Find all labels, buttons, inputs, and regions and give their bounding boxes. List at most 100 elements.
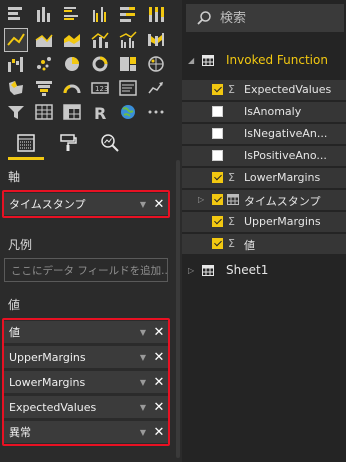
values-field-well[interactable]: UpperMargins ▼ ✕ (4, 346, 168, 368)
card-icon[interactable]: 123 (88, 76, 112, 100)
svg-text:R: R (94, 104, 106, 122)
waterfall-icon[interactable] (4, 52, 28, 76)
globe-icon[interactable] (116, 100, 140, 124)
format-tab[interactable] (48, 128, 88, 158)
chevron-down-icon[interactable]: ▼ (136, 328, 150, 337)
map-icon[interactable] (144, 52, 168, 76)
values-field-well[interactable]: LowerMargins ▼ ✕ (4, 371, 168, 393)
filled-map-icon[interactable] (4, 76, 28, 100)
field-row[interactable]: IsNegativeAn... (182, 124, 346, 144)
legend-dropzone[interactable]: ここにデータ フィールドを追加... (4, 258, 168, 282)
field-row[interactable]: IsAnomaly (182, 102, 346, 122)
active-tab-indicator (8, 157, 44, 160)
chevron-down-icon[interactable]: ▼ (136, 353, 150, 362)
field-row[interactable]: Σ LowerMargins (182, 168, 346, 188)
analytics-tab[interactable] (90, 128, 130, 158)
stacked-bar-icon[interactable] (4, 2, 28, 26)
field-row[interactable]: ▷ タイムスタンプ (182, 190, 346, 210)
area-chart-icon[interactable] (32, 28, 56, 52)
table-icon (202, 55, 214, 66)
kpi-icon[interactable] (144, 76, 168, 100)
remove-field-icon[interactable]: ✕ (150, 375, 168, 390)
remove-field-icon[interactable]: ✕ (150, 350, 168, 365)
date-hierarchy-icon (227, 194, 239, 205)
visualizations-pane: 123 R 軸 タイムスタンプ ▼ ✕ 凡例 ここにデータ フィールドを追加..… (0, 0, 182, 462)
remove-field-icon[interactable]: ✕ (150, 325, 168, 340)
fields-pane: ◢ Invoked Function Σ ExpectedValues IsAn… (182, 0, 346, 462)
sigma-icon: Σ (228, 83, 235, 96)
values-field-well[interactable]: ExpectedValues ▼ ✕ (4, 396, 168, 418)
field-checkbox[interactable] (212, 238, 223, 249)
donut-chart-icon[interactable] (88, 52, 112, 76)
treemap-icon[interactable] (116, 52, 140, 76)
gauge-icon[interactable] (60, 76, 84, 100)
stacked-area-icon[interactable] (60, 28, 84, 52)
matrix-icon[interactable] (60, 100, 84, 124)
table-icon[interactable] (32, 100, 56, 124)
values-field-well[interactable]: 異常 ▼ ✕ (4, 421, 168, 443)
pane-tabs (0, 126, 182, 162)
line-chart-icon[interactable] (4, 28, 28, 52)
collapse-arrow-icon[interactable]: ◢ (188, 56, 194, 65)
field-checkbox[interactable] (212, 106, 223, 117)
multirow-card-icon[interactable] (116, 76, 140, 100)
left-pane-scrollbar[interactable] (176, 160, 180, 458)
field-label: タイムスタンプ (244, 195, 321, 208)
line-clustered-icon[interactable] (116, 28, 140, 52)
expand-arrow-icon[interactable]: ▷ (198, 195, 204, 204)
more-icon[interactable] (144, 100, 168, 124)
field-checkbox[interactable] (212, 172, 223, 183)
field-row[interactable]: Σ ExpectedValues (182, 80, 346, 100)
stacked-column-icon[interactable] (32, 2, 56, 26)
ribbon-chart-icon[interactable] (144, 28, 168, 52)
field-row[interactable]: Σ UpperMargins (182, 212, 346, 232)
fields-tab[interactable] (6, 128, 46, 158)
paint-roller-icon (60, 134, 77, 151)
field-checkbox[interactable] (212, 150, 223, 161)
slicer-icon[interactable] (4, 100, 28, 124)
svg-text:123: 123 (95, 85, 108, 93)
axis-field-name: タイムスタンプ (9, 198, 86, 211)
clustered-column-icon[interactable] (88, 2, 112, 26)
table-name: Sheet1 (226, 263, 269, 277)
search-box[interactable] (186, 4, 344, 32)
axis-label: 軸 (8, 170, 21, 184)
values-field-name: ExpectedValues (9, 400, 97, 414)
funnel-icon[interactable] (32, 76, 56, 100)
line-column-icon[interactable] (88, 28, 112, 52)
remove-field-icon[interactable]: ✕ (150, 400, 168, 415)
field-row[interactable]: IsPositiveAno... (182, 146, 346, 166)
chevron-down-icon[interactable]: ▼ (136, 200, 150, 209)
field-label: IsAnomaly (244, 105, 302, 118)
analytics-magnifier-icon (101, 134, 119, 152)
chevron-down-icon[interactable]: ▼ (136, 428, 150, 437)
values-field-name: 異常 (9, 426, 31, 439)
sigma-icon: Σ (228, 237, 235, 250)
pie-chart-icon[interactable] (60, 52, 84, 76)
search-input[interactable] (220, 10, 340, 26)
100-column-icon[interactable] (144, 2, 168, 26)
field-checkbox[interactable] (212, 194, 223, 205)
values-field-well[interactable]: 値 ▼ ✕ (4, 321, 168, 343)
field-row[interactable]: Σ 値 (182, 234, 346, 254)
field-label: 値 (244, 239, 255, 252)
chevron-down-icon[interactable]: ▼ (136, 403, 150, 412)
field-checkbox[interactable] (212, 84, 223, 95)
clustered-bar-icon[interactable] (60, 2, 84, 26)
expand-arrow-icon[interactable]: ▷ (188, 266, 194, 275)
r-visual-icon[interactable]: R (88, 100, 112, 124)
remove-field-icon[interactable]: ✕ (150, 197, 168, 212)
field-checkbox[interactable] (212, 216, 223, 227)
field-checkbox[interactable] (212, 128, 223, 139)
sigma-icon: Σ (228, 215, 235, 228)
chevron-down-icon[interactable]: ▼ (136, 378, 150, 387)
table-icon (202, 265, 214, 276)
remove-field-icon[interactable]: ✕ (150, 425, 168, 440)
table-invoked-function[interactable]: ◢ Invoked Function (182, 51, 346, 71)
table-sheet1[interactable]: ▷ Sheet1 (182, 261, 346, 281)
field-label: LowerMargins (244, 171, 321, 184)
100-bar-icon[interactable] (116, 2, 140, 26)
values-field-name: 値 (9, 326, 20, 339)
scatter-icon[interactable] (32, 52, 56, 76)
axis-field-well[interactable]: タイムスタンプ ▼ ✕ (4, 193, 168, 215)
